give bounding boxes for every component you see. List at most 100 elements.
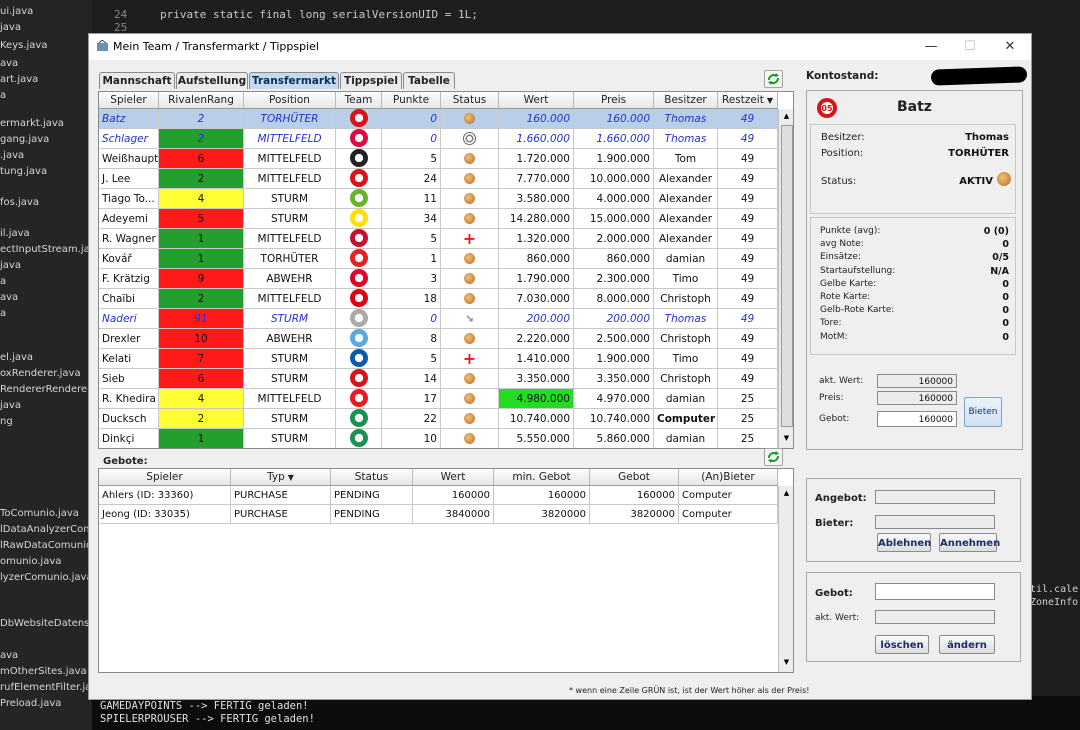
column-header-punkte[interactable]: Punkte	[382, 92, 441, 109]
scroll-up-icon[interactable]: ▲	[780, 111, 793, 122]
ide-file-item[interactable]: RendererRenderer.java	[0, 384, 92, 395]
ide-file-item[interactable]: a	[0, 308, 6, 319]
table-row[interactable]: Dinkçi 1 STURM 10 5.550.000 5.860.000 damian 25	[99, 429, 778, 448]
ide-file-item[interactable]: ava	[0, 58, 18, 69]
ide-file-item[interactable]: el.java	[0, 352, 33, 363]
table-row[interactable]: Ducksch 2 STURM 22 10.740.000 10.740.000 Compu…	[99, 409, 778, 429]
scroll-thumb[interactable]	[781, 125, 793, 427]
ide-file-item[interactable]: gang.java	[0, 134, 49, 145]
tab-tippspiel[interactable]: Tippspiel	[340, 72, 402, 89]
table-row[interactable]: Kovář 1 TORHÜTER 1 860.000 860.000 damian 49	[99, 249, 778, 269]
ide-file-item[interactable]: Preload.java	[0, 698, 61, 709]
column-header-position[interactable]: Position	[244, 92, 336, 109]
column-header-besitzer[interactable]: Besitzer	[654, 92, 718, 109]
column-header-status[interactable]: Status	[441, 92, 499, 109]
tab-mannschaft[interactable]: Mannschaft	[99, 72, 175, 89]
ide-file-item[interactable]: .java	[0, 150, 24, 161]
ide-file-item[interactable]: ToComunio.java	[0, 508, 79, 519]
table-row[interactable]: Kelati 7 STURM 5 +1.410.000 1.900.000 Timo 49	[99, 349, 778, 369]
ide-file-item[interactable]: java	[0, 22, 21, 33]
table-row[interactable]: Ahlers (ID: 33360) PURCHASE PENDING 160000 1…	[99, 486, 778, 506]
ide-file-item[interactable]: art.java	[0, 74, 38, 85]
ide-file-item[interactable]: ui.java	[0, 6, 33, 17]
ide-file-item[interactable]: lyzerComunio.java	[0, 572, 92, 583]
ide-file-item[interactable]: il.java	[0, 228, 30, 239]
column-header-status[interactable]: Status	[331, 469, 413, 486]
cell-position: ABWEHR	[244, 329, 336, 349]
table-row[interactable]: Adeyemi 5 STURM 34 14.280.000 15.000.000 Alexa…	[99, 209, 778, 229]
table-row[interactable]: Batz 2 TORHÜTER 0 160.000 160.000 Thomas 49	[99, 109, 778, 129]
column-header-min[interactable]: min. Gebot	[494, 469, 590, 486]
title-bar[interactable]: Mein Team / Transfermarkt / Tippspiel — …	[89, 34, 1031, 60]
aendern-button[interactable]: ändern	[939, 635, 995, 654]
column-header-preis[interactable]: Preis	[574, 92, 654, 109]
ide-file-item[interactable]: DbWebsiteDatensa	[0, 618, 92, 629]
maximize-icon[interactable]: ☐	[955, 37, 985, 57]
column-header-wert[interactable]: Wert	[413, 469, 494, 486]
ide-file-item[interactable]: java	[0, 260, 21, 271]
ide-file-item[interactable]: a	[0, 90, 6, 101]
stat-label: Gelb-Rote Karte:	[820, 305, 895, 316]
scroll-up-icon[interactable]: ▲	[780, 488, 793, 499]
gebot-input[interactable]: 160000	[877, 411, 957, 427]
offers-scrollbar[interactable]: ▲ ▼	[778, 486, 793, 672]
scroll-down-icon[interactable]: ▼	[780, 657, 793, 668]
table-row[interactable]: Jeong (ID: 33035) PURCHASE PENDING 3840000 3…	[99, 505, 778, 525]
column-header-typ[interactable]: Typ ▼	[231, 469, 331, 486]
ide-file-item[interactable]: oxRenderer.java	[0, 368, 81, 379]
ide-file-item[interactable]: tung.java	[0, 166, 47, 177]
ide-file-item[interactable]: ava	[0, 650, 18, 661]
ide-file-item[interactable]: a	[0, 276, 6, 287]
cell-besitzer: Christoph	[654, 289, 718, 309]
close-icon[interactable]: ✕	[995, 37, 1025, 57]
column-header-restzeit[interactable]: Restzeit ▼	[718, 92, 778, 109]
table-row[interactable]: Chaïbi 2 MITTELFELD 18 7.030.000 8.000.000 Chr…	[99, 289, 778, 309]
refresh-offers-button[interactable]	[764, 448, 783, 466]
loeschen-button[interactable]: löschen	[875, 635, 929, 654]
ide-file-item[interactable]: ermarkt.java	[0, 118, 64, 129]
ide-file-item[interactable]: lRawDataComunio.j	[0, 540, 92, 551]
cell-rang: 2	[159, 409, 244, 429]
column-header-bieter[interactable]: (An)Bieter	[679, 469, 778, 486]
table-row[interactable]: R. Wagner 1 MITTELFELD 5 +1.320.000 2.000.000…	[99, 229, 778, 249]
column-header-wert[interactable]: Wert	[499, 92, 574, 109]
tab-tabelle[interactable]: Tabelle	[403, 72, 455, 89]
annehmen-button[interactable]: Annehmen	[939, 533, 1000, 552]
ide-file-item[interactable]: lDataAnalyzerComu	[0, 524, 92, 535]
table-row[interactable]: J. Lee 2 MITTELFELD 24 7.770.000 10.000.000 Al…	[99, 169, 778, 189]
ide-file-item[interactable]: ectInputStream.java	[0, 244, 92, 255]
column-header-spieler[interactable]: Spieler	[99, 469, 231, 486]
cell-team	[336, 349, 382, 369]
table-row[interactable]: Schlager 2 MITTELFELD 0 1.660.000 1.660.000 Th…	[99, 129, 778, 149]
bieten-button[interactable]: Bieten	[964, 397, 1002, 427]
table-row[interactable]: Weißhaupt 6 MITTELFELD 5 1.720.000 1.900.000 T…	[99, 149, 778, 169]
bid-gebot-input[interactable]	[875, 583, 995, 600]
stat-label: avg Note:	[820, 239, 864, 250]
refresh-market-button[interactable]	[764, 70, 783, 88]
market-scrollbar[interactable]: ▲ ▼	[778, 109, 793, 448]
ide-file-item[interactable]: Keys.java	[0, 40, 47, 51]
ide-file-item[interactable]: omunio.java	[0, 556, 61, 567]
minimize-icon[interactable]: —	[916, 37, 946, 57]
column-header-rang[interactable]: RivalenRang	[159, 92, 244, 109]
table-row[interactable]: Tiago To... 4 STURM 11 3.580.000 4.000.000 Ale…	[99, 189, 778, 209]
cell-spieler: Ahlers (ID: 33360)	[99, 486, 231, 505]
table-row[interactable]: F. Krätzig 9 ABWEHR 3 1.790.000 2.300.000 Timo…	[99, 269, 778, 289]
ide-file-item[interactable]: java	[0, 400, 21, 411]
scroll-down-icon[interactable]: ▼	[780, 433, 793, 444]
table-row[interactable]: Drexler 10 ABWEHR 8 2.220.000 2.500.000 Christ…	[99, 329, 778, 349]
ide-file-item[interactable]: ava	[0, 292, 18, 303]
table-row[interactable]: Sieb 6 STURM 14 3.350.000 3.350.000 Christoph 4…	[99, 369, 778, 389]
ablehnen-button[interactable]: Ablehnen	[877, 533, 931, 552]
column-header-spieler[interactable]: Spieler	[99, 92, 159, 109]
ide-file-item[interactable]: mOtherSites.java	[0, 666, 87, 677]
ide-file-item[interactable]: ng	[0, 416, 13, 427]
tab-aufstellung[interactable]: Aufstellung	[176, 72, 248, 89]
column-header-gebot[interactable]: Gebot	[590, 469, 679, 486]
ide-file-item[interactable]: rufElementFilter.java	[0, 682, 92, 693]
ide-file-item[interactable]: fos.java	[0, 197, 39, 208]
column-header-team[interactable]: Team	[336, 92, 382, 109]
tab-transfermarkt[interactable]: Transfermarkt	[249, 72, 339, 89]
table-row[interactable]: Naderi 91 STURM 0 ↘ 200.000 200.000 Thomas 49	[99, 309, 778, 329]
table-row[interactable]: R. Khedira 4 MITTELFELD 17 4.980.000 4.970.00…	[99, 389, 778, 409]
